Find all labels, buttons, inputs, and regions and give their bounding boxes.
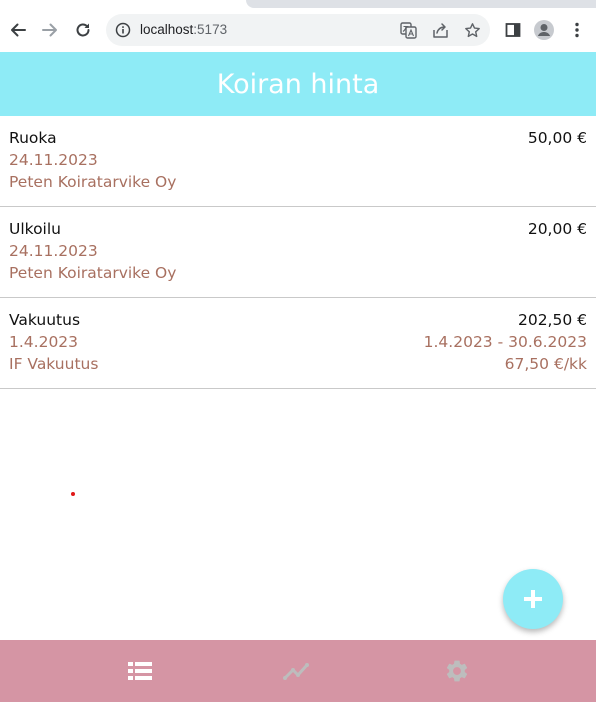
trend-chart-icon <box>283 663 309 680</box>
browser-toolbar: localhost:5173 <box>0 9 596 52</box>
bottom-navigation <box>0 640 596 702</box>
nav-item-list[interactable] <box>124 655 156 687</box>
expense-date: 1.4.2023 <box>9 333 79 351</box>
star-icon <box>464 22 480 37</box>
address-bar[interactable]: localhost:5173 <box>106 14 490 46</box>
expense-vendor: Peten Koiratarvike Oy <box>9 173 177 191</box>
bookmark-button[interactable] <box>463 21 481 39</box>
share-icon <box>432 22 448 38</box>
back-button[interactable] <box>5 17 31 43</box>
site-info-icon[interactable] <box>115 22 131 38</box>
avatar-icon <box>534 20 554 40</box>
side-panel-button[interactable] <box>500 17 526 43</box>
forward-button[interactable] <box>37 17 63 43</box>
add-expense-button[interactable] <box>503 569 563 629</box>
browser-menu-button[interactable] <box>564 17 590 43</box>
list-item[interactable]: Ruoka 50,00 € 24.11.2023 Peten Koiratarv… <box>0 116 596 207</box>
arrow-right-icon <box>42 23 57 37</box>
arrow-left-icon <box>11 23 26 37</box>
expense-name: Ruoka <box>9 129 57 147</box>
expense-amount: 20,00 € <box>527 220 587 238</box>
list-item[interactable]: Vakuutus 202,50 € 1.4.2023 IF Vakuutus 1… <box>0 298 596 389</box>
translate-icon <box>399 21 417 39</box>
profile-button[interactable] <box>531 17 557 43</box>
expense-date: 24.11.2023 <box>9 242 98 260</box>
tab-strip-background <box>246 0 596 8</box>
gear-icon <box>446 660 468 682</box>
expense-amount: 50,00 € <box>527 129 587 147</box>
nav-item-settings[interactable] <box>441 655 473 687</box>
page-title: Koiran hinta <box>216 68 380 100</box>
expense-monthly-amount: 67,50 €/kk <box>504 355 587 373</box>
expense-list: Ruoka 50,00 € 24.11.2023 Peten Koiratarv… <box>0 116 596 389</box>
expense-date: 24.11.2023 <box>9 151 98 169</box>
side-panel-icon <box>505 23 521 37</box>
nav-item-chart[interactable] <box>282 655 314 687</box>
app-header: Koiran hinta <box>0 52 596 116</box>
reload-icon <box>76 23 90 37</box>
list-item[interactable]: Ulkoilu 20,00 € 24.11.2023 Peten Koirata… <box>0 207 596 298</box>
translate-button[interactable] <box>399 21 417 39</box>
browser-tab-strip <box>0 0 596 9</box>
url-host: localhost <box>140 22 194 37</box>
url-port: :5173 <box>193 22 228 37</box>
expense-period: 1.4.2023 - 30.6.2023 <box>423 333 587 351</box>
reload-button[interactable] <box>70 17 96 43</box>
expense-name: Ulkoilu <box>9 220 61 238</box>
expense-vendor: Peten Koiratarvike Oy <box>9 264 177 282</box>
expense-amount: 202,50 € <box>517 311 587 329</box>
cursor-dot <box>71 492 75 496</box>
plus-icon <box>524 590 542 608</box>
expense-vendor: IF Vakuutus <box>9 355 99 373</box>
share-button[interactable] <box>431 21 449 39</box>
kebab-menu-icon <box>575 22 579 38</box>
expense-name: Vakuutus <box>9 311 81 329</box>
url-text[interactable]: localhost:5173 <box>140 21 227 39</box>
list-icon <box>128 662 152 680</box>
